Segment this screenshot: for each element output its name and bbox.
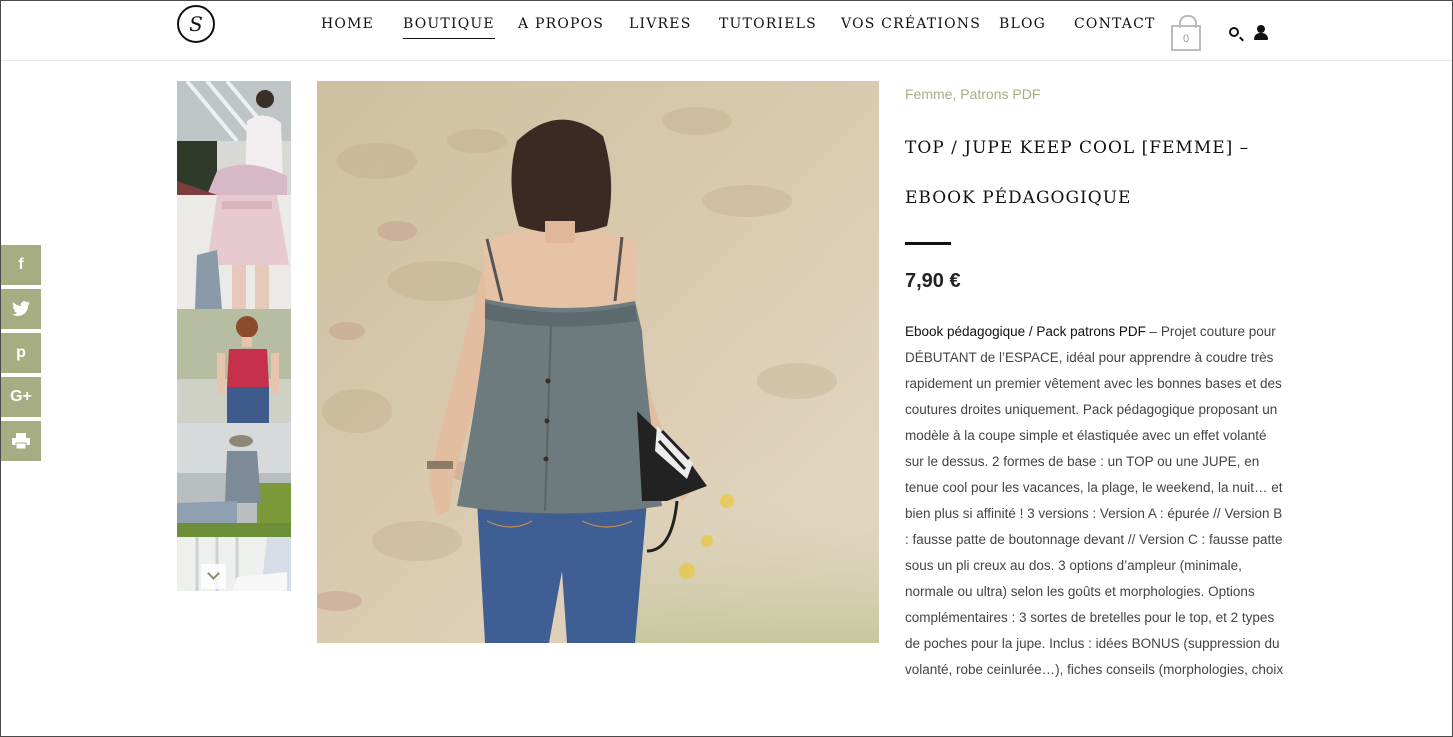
description-lead: Ebook pédagogique / Pack patrons PDF (905, 324, 1146, 339)
product-main-image[interactable] (317, 81, 879, 643)
nav-home[interactable]: HOME (321, 16, 374, 32)
search-icon[interactable] (1229, 27, 1239, 37)
product-thumbnail-3[interactable] (177, 309, 291, 423)
site-header: S HOME BOUTIQUE A PROPOS LIVRES TUTORIEL… (1, 1, 1452, 61)
cart-body: 0 (1171, 25, 1201, 51)
thumbnails-scroll-down-icon[interactable] (201, 564, 226, 589)
product-description: Ebook pédagogique / Pack patrons PDF – P… (905, 319, 1285, 683)
category-link-femme[interactable]: Femme (905, 86, 952, 102)
nav-contact[interactable]: CONTACT (1074, 16, 1156, 32)
nav-blog[interactable]: BLOG (999, 16, 1046, 32)
nav-boutique[interactable]: BOUTIQUE (403, 16, 495, 39)
cart-icon[interactable]: 0 (1170, 15, 1204, 53)
product-categories: Femme, Patrons PDF (905, 86, 1040, 102)
nav-vos-creations[interactable]: VOS CRÉATIONS (841, 16, 981, 32)
twitter-icon[interactable] (1, 289, 41, 329)
nav-a-propos[interactable]: A PROPOS (518, 16, 604, 32)
category-separator: , (952, 86, 957, 102)
cart-count: 0 (1182, 33, 1190, 45)
site-logo[interactable]: S (177, 5, 215, 43)
google-plus-icon[interactable]: G+ (1, 377, 41, 417)
title-divider (905, 242, 951, 245)
nav-tutoriels[interactable]: TUTORIELS (719, 16, 817, 32)
product-thumbnail-2[interactable] (177, 195, 291, 309)
product-price: 7,90 € (905, 270, 961, 292)
category-link-patrons-pdf[interactable]: Patrons PDF (960, 86, 1040, 102)
pinterest-icon[interactable]: p (1, 333, 41, 373)
product-thumbnail-4[interactable] (177, 423, 291, 537)
user-icon[interactable] (1254, 25, 1268, 41)
nav-livres[interactable]: LIVRES (629, 16, 692, 32)
product-title: TOP / JUPE KEEP COOL [FEMME] – EBOOK PÉD… (905, 138, 1250, 208)
print-icon[interactable] (1, 421, 41, 461)
product-thumbnail-1[interactable] (177, 81, 291, 195)
logo-letter: S (189, 12, 203, 36)
description-text: – Projet couture pour DÉBUTANT de l’ESPA… (905, 324, 1284, 677)
facebook-icon[interactable]: f (1, 245, 41, 285)
product-thumbnail-5[interactable] (177, 537, 291, 591)
